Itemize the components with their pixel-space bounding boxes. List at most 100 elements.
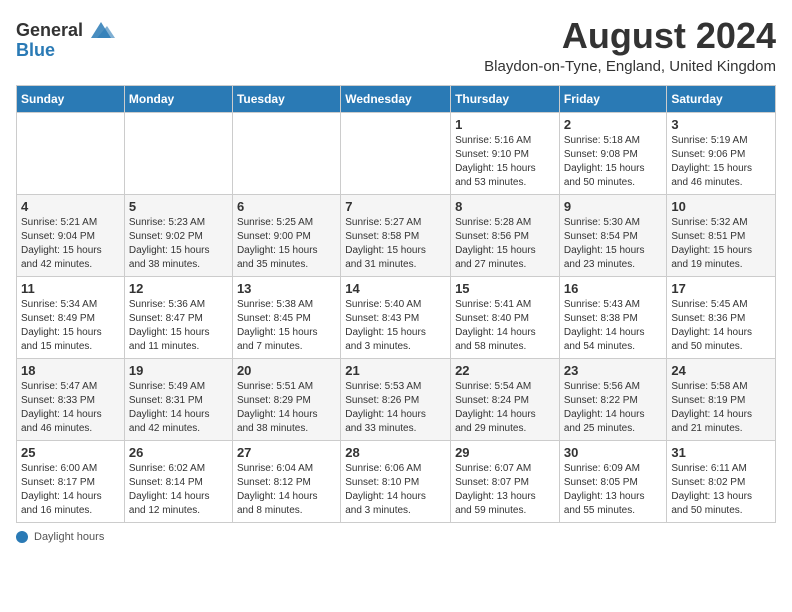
day-number: 25 [21, 445, 120, 460]
day-info: Sunrise: 5:36 AM Sunset: 8:47 PM Dayligh… [129, 298, 228, 354]
day-number: 16 [564, 281, 663, 296]
day-info: Sunrise: 6:11 AM Sunset: 8:02 PM Dayligh… [671, 462, 771, 518]
day-number: 22 [455, 363, 555, 378]
calendar-header-row: SundayMondayTuesdayWednesdayThursdayFrid… [17, 85, 776, 112]
calendar-day-header-friday: Friday [559, 85, 667, 112]
calendar-day-header-thursday: Thursday [451, 85, 560, 112]
calendar-cell: 25Sunrise: 6:00 AM Sunset: 8:17 PM Dayli… [17, 440, 125, 522]
daylight-dot [16, 531, 28, 543]
calendar-week-row: 11Sunrise: 5:34 AM Sunset: 8:49 PM Dayli… [17, 276, 776, 358]
calendar-cell [232, 112, 340, 194]
calendar-day-header-tuesday: Tuesday [232, 85, 340, 112]
day-info: Sunrise: 5:43 AM Sunset: 8:38 PM Dayligh… [564, 298, 663, 354]
day-info: Sunrise: 5:41 AM Sunset: 8:40 PM Dayligh… [455, 298, 555, 354]
day-info: Sunrise: 5:56 AM Sunset: 8:22 PM Dayligh… [564, 380, 663, 436]
day-number: 1 [455, 117, 555, 132]
calendar-cell [17, 112, 125, 194]
calendar-day-header-sunday: Sunday [17, 85, 125, 112]
calendar-cell: 11Sunrise: 5:34 AM Sunset: 8:49 PM Dayli… [17, 276, 125, 358]
day-number: 7 [345, 199, 446, 214]
day-number: 27 [237, 445, 336, 460]
day-info: Sunrise: 5:16 AM Sunset: 9:10 PM Dayligh… [455, 134, 555, 190]
calendar-cell: 23 Sunrise: 5:56 AM Sunset: 8:22 PM Dayli… [559, 358, 667, 440]
day-number: 29 [455, 445, 555, 460]
title-block: August 2024 Blaydon-on-Tyne, England, Un… [484, 16, 776, 75]
logo: General Blue [16, 16, 115, 61]
day-info: Sunrise: 6:07 AM Sunset: 8:07 PM Dayligh… [455, 462, 555, 518]
day-number: 3 [671, 117, 771, 132]
day-number: 23 [564, 363, 663, 378]
day-info: Sunrise: 5:53 AM Sunset: 8:26 PM Dayligh… [345, 380, 446, 436]
footer: Daylight hours [16, 531, 776, 543]
calendar-day-header-saturday: Saturday [667, 85, 776, 112]
calendar-week-row: 25Sunrise: 6:00 AM Sunset: 8:17 PM Dayli… [17, 440, 776, 522]
month-year-title: August 2024 [484, 16, 776, 56]
day-info: Sunrise: 5:21 AM Sunset: 9:04 PM Dayligh… [21, 216, 120, 272]
calendar-cell: 19 Sunrise: 5:49 AM Sunset: 8:31 PM Dayli… [124, 358, 232, 440]
calendar-cell: 9 Sunrise: 5:30 AM Sunset: 8:54 PM Daylig… [559, 194, 667, 276]
calendar-week-row: 4Sunrise: 5:21 AM Sunset: 9:04 PM Daylig… [17, 194, 776, 276]
day-number: 26 [129, 445, 228, 460]
calendar-cell: 3 Sunrise: 5:19 AM Sunset: 9:06 PM Daylig… [667, 112, 776, 194]
calendar-cell: 16 Sunrise: 5:43 AM Sunset: 8:38 PM Dayli… [559, 276, 667, 358]
day-number: 9 [564, 199, 663, 214]
day-info: Sunrise: 5:38 AM Sunset: 8:45 PM Dayligh… [237, 298, 336, 354]
day-info: Sunrise: 5:32 AM Sunset: 8:51 PM Dayligh… [671, 216, 771, 272]
day-info: Sunrise: 5:47 AM Sunset: 8:33 PM Dayligh… [21, 380, 120, 436]
calendar-cell: 15 Sunrise: 5:41 AM Sunset: 8:40 PM Dayli… [451, 276, 560, 358]
day-info: Sunrise: 5:58 AM Sunset: 8:19 PM Dayligh… [671, 380, 771, 436]
day-info: Sunrise: 5:27 AM Sunset: 8:58 PM Dayligh… [345, 216, 446, 272]
day-info: Sunrise: 5:45 AM Sunset: 8:36 PM Dayligh… [671, 298, 771, 354]
calendar-cell: 10Sunrise: 5:32 AM Sunset: 8:51 PM Dayli… [667, 194, 776, 276]
day-number: 30 [564, 445, 663, 460]
day-info: Sunrise: 6:09 AM Sunset: 8:05 PM Dayligh… [564, 462, 663, 518]
day-info: Sunrise: 6:04 AM Sunset: 8:12 PM Dayligh… [237, 462, 336, 518]
day-number: 19 [129, 363, 228, 378]
calendar-cell: 26Sunrise: 6:02 AM Sunset: 8:14 PM Dayli… [124, 440, 232, 522]
page-header: General Blue August 2024 Blaydon-on-Tyne… [16, 16, 776, 75]
calendar-cell: 5Sunrise: 5:23 AM Sunset: 9:02 PM Daylig… [124, 194, 232, 276]
day-info: Sunrise: 5:30 AM Sunset: 8:54 PM Dayligh… [564, 216, 663, 272]
calendar-cell: 21 Sunrise: 5:53 AM Sunset: 8:26 PM Dayli… [341, 358, 451, 440]
day-number: 13 [237, 281, 336, 296]
calendar-cell: 1 Sunrise: 5:16 AM Sunset: 9:10 PM Daylig… [451, 112, 560, 194]
calendar-cell: 6Sunrise: 5:25 AM Sunset: 9:00 PM Daylig… [232, 194, 340, 276]
day-number: 8 [455, 199, 555, 214]
day-info: Sunrise: 5:54 AM Sunset: 8:24 PM Dayligh… [455, 380, 555, 436]
day-number: 24 [671, 363, 771, 378]
logo-text-blue: Blue [16, 40, 55, 61]
day-number: 11 [21, 281, 120, 296]
day-info: Sunrise: 5:49 AM Sunset: 8:31 PM Dayligh… [129, 380, 228, 436]
day-info: Sunrise: 5:51 AM Sunset: 8:29 PM Dayligh… [237, 380, 336, 436]
day-number: 21 [345, 363, 446, 378]
day-number: 28 [345, 445, 446, 460]
day-info: Sunrise: 5:25 AM Sunset: 9:00 PM Dayligh… [237, 216, 336, 272]
calendar-cell: 13 Sunrise: 5:38 AM Sunset: 8:45 PM Dayli… [232, 276, 340, 358]
calendar-cell: 8Sunrise: 5:28 AM Sunset: 8:56 PM Daylig… [451, 194, 560, 276]
calendar-cell: 28Sunrise: 6:06 AM Sunset: 8:10 PM Dayli… [341, 440, 451, 522]
calendar-day-header-wednesday: Wednesday [341, 85, 451, 112]
day-number: 2 [564, 117, 663, 132]
calendar-cell: 27 Sunrise: 6:04 AM Sunset: 8:12 PM Dayli… [232, 440, 340, 522]
calendar-cell: 14Sunrise: 5:40 AM Sunset: 8:43 PM Dayli… [341, 276, 451, 358]
day-number: 17 [671, 281, 771, 296]
day-number: 15 [455, 281, 555, 296]
calendar-table: SundayMondayTuesdayWednesdayThursdayFrid… [16, 85, 776, 523]
day-info: Sunrise: 5:19 AM Sunset: 9:06 PM Dayligh… [671, 134, 771, 190]
calendar-cell: 7 Sunrise: 5:27 AM Sunset: 8:58 PM Daylig… [341, 194, 451, 276]
calendar-cell: 18 Sunrise: 5:47 AM Sunset: 8:33 PM Dayli… [17, 358, 125, 440]
calendar-cell: 17 Sunrise: 5:45 AM Sunset: 8:36 PM Dayli… [667, 276, 776, 358]
daylight-label: Daylight hours [34, 531, 104, 543]
calendar-cell: 20Sunrise: 5:51 AM Sunset: 8:29 PM Dayli… [232, 358, 340, 440]
day-number: 12 [129, 281, 228, 296]
location-subtitle: Blaydon-on-Tyne, England, United Kingdom [484, 58, 776, 75]
logo-text-general: General [16, 20, 83, 41]
day-number: 18 [21, 363, 120, 378]
day-number: 5 [129, 199, 228, 214]
calendar-cell: 12 Sunrise: 5:36 AM Sunset: 8:47 PM Dayli… [124, 276, 232, 358]
calendar-cell [341, 112, 451, 194]
day-number: 31 [671, 445, 771, 460]
logo-icon [87, 16, 115, 44]
calendar-cell: 29 Sunrise: 6:07 AM Sunset: 8:07 PM Dayli… [451, 440, 560, 522]
calendar-cell: 31 Sunrise: 6:11 AM Sunset: 8:02 PM Dayli… [667, 440, 776, 522]
